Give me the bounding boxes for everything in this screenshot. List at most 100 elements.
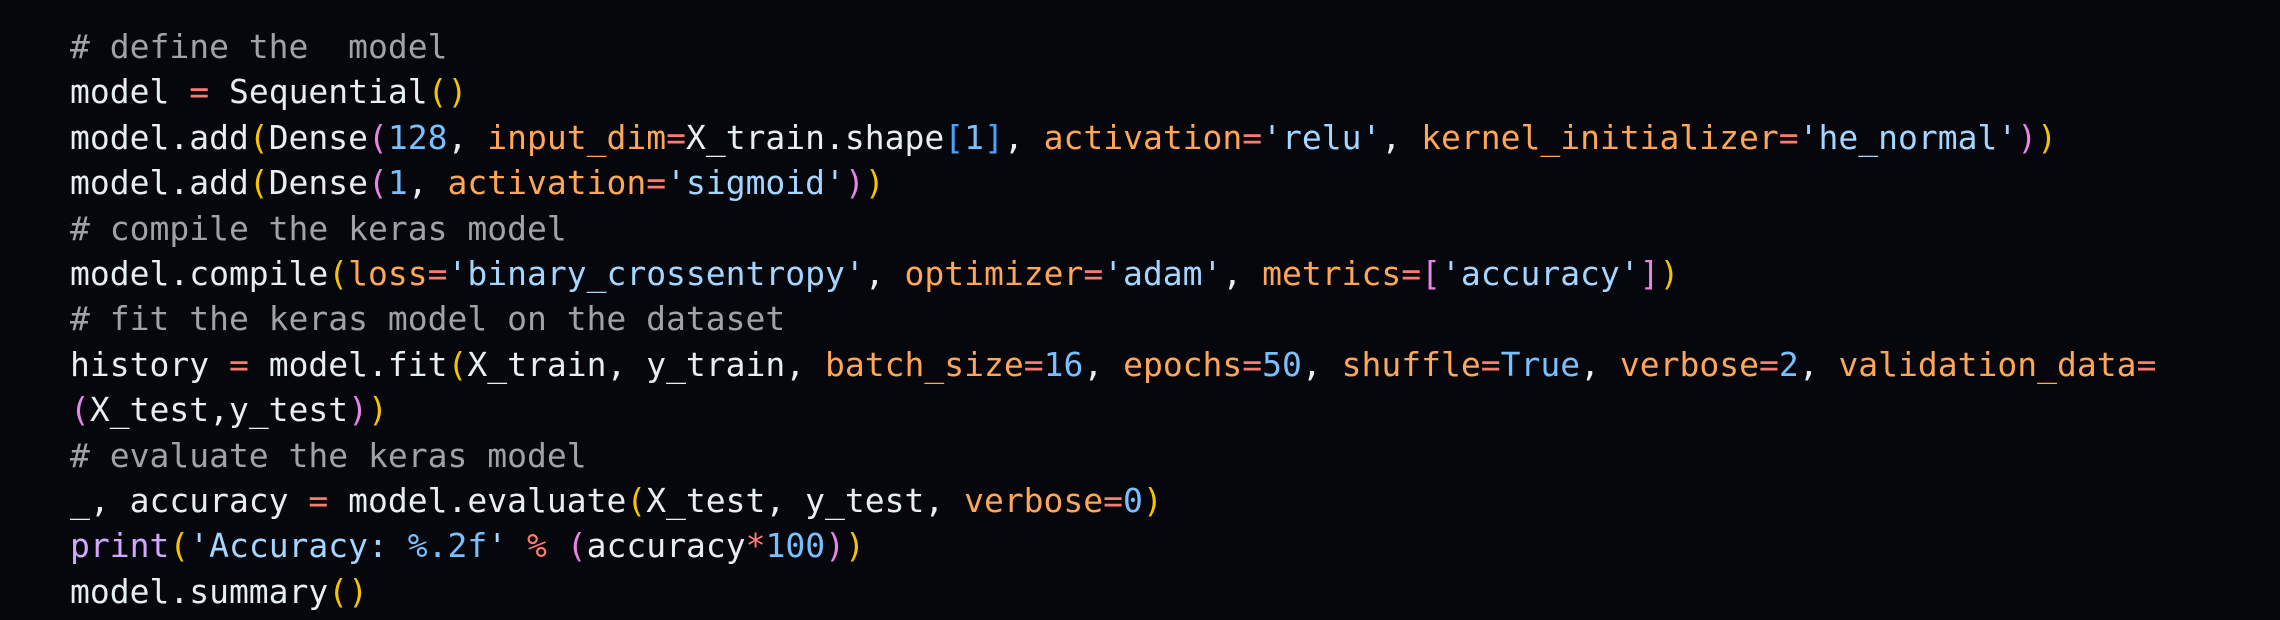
code-token-op: = [427,253,448,293]
code-token-kw: shuffle [1341,344,1481,384]
code-line: (X_test,y_test)) [70,387,2260,432]
code-token-op: = [308,480,329,520]
code-token-num: 16 [1043,344,1084,384]
code-token-comment: # fit the keras model on the dataset [70,299,786,339]
code-token-brace1: ) [864,163,885,203]
code-token-num: 1 [964,117,984,157]
code-token-comment: # evaluate the keras model [70,435,587,475]
code-token-brace1: ( [248,163,269,203]
code-token-op: = [1758,344,1779,384]
code-token-op: = [646,163,667,203]
code-line: history = model.fit(X_train, y_train, ba… [70,342,2260,387]
code-token-num: 1 [387,163,408,203]
code-token-comment: # compile the keras model [70,208,567,248]
code-token-op: = [666,117,686,157]
code-token-op: = [1778,117,1799,157]
code-token-kw: input_dim [487,117,667,157]
code-token-num: 100 [765,526,826,566]
code-token-op: = [1103,480,1124,520]
code-token-brace2: ( [70,390,90,430]
code-token-kw: kernel_initializer [1421,117,1779,157]
code-line: model = Sequential() [70,69,2260,114]
code-token-str: 'accuracy' [1440,253,1640,293]
code-token-num: 0 [1123,480,1143,520]
code-token-plain: X_train.shape [685,117,945,157]
code-token-kw: optimizer [904,253,1084,293]
code-token-plain: , [407,163,448,203]
code-token-plain: , [1222,253,1263,293]
code-token-comment: # define the model [70,27,448,66]
code-token-brace1: ) [2037,117,2057,157]
code-token-plain: Sequential [209,72,428,112]
code-token-plain: , [447,117,488,157]
code-token-plain: X_test, y_test, [646,480,965,520]
code-line: # define the model [70,24,2260,69]
code-token-plain: model.summary [70,571,329,611]
code-token-plain: , [1301,344,1342,384]
code-token-brace1: ) [844,526,865,566]
code-token-brace2: ( [368,117,388,157]
code-token-kw: activation [447,163,647,203]
code-token-num: %.2f [407,526,488,566]
code-token-op: = [2136,344,2157,384]
code-token-brace1: () [328,571,369,611]
code-token-plain: , [1083,344,1124,384]
code-token-op: = [1023,344,1044,384]
code-line: model.add(Dense(1, activation='sigmoid')… [70,160,2260,205]
code-block: # define the model model = Sequential() mo… [70,24,2260,614]
code-token-op: % [527,526,547,566]
code-token-brace2: ( [566,526,587,566]
code-token-kw: metrics [1262,253,1402,293]
code-token-plain: , [1003,117,1044,157]
code-token-brace1: ( [626,480,647,520]
code-token-plain: _, accuracy [70,480,309,520]
code-token-str: 'binary_crossentropy' [447,253,865,293]
code-token-brace2: ) [825,526,845,566]
code-token-brace2: [ [1421,253,1441,293]
code-token-op: = [228,344,249,384]
code-token-brace1: ( [169,526,190,566]
code-token-builtin: print [70,526,170,566]
code-token-brace2: ( [368,163,388,203]
code-token-brace3: ] [983,117,1004,157]
code-line: model.compile(loss='binary_crossentropy'… [70,251,2260,296]
code-token-brace2: ) [348,390,369,430]
code-token-plain: , [1381,117,1422,157]
code-token-plain: X_test,y_test [89,390,349,430]
code-line: _, accuracy = model.evaluate(X_test, y_t… [70,478,2260,523]
code-token-op: = [1242,344,1263,384]
code-token-plain: , [1580,344,1620,384]
code-token-plain: model.evaluate [328,480,627,520]
code-token-str: 'adam' [1103,253,1223,293]
code-token-plain: model.add [70,117,249,157]
code-token-plain: model [70,72,190,112]
code-token-num: 128 [387,117,448,157]
code-token-kw: verbose [964,480,1104,520]
code-line: model.summary() [70,569,2260,614]
code-token-str: ' [487,526,508,566]
code-token-plain: model.fit [248,344,448,384]
code-token-op: = [1083,253,1104,293]
code-token-str: 'he_normal' [1798,117,2018,157]
code-token-brace1: ( [447,344,468,384]
code-token-op: = [1242,117,1263,157]
code-line: print('Accuracy: %.2f' % (accuracy*100)) [70,523,2260,568]
code-token-brace2: ] [1639,253,1660,293]
code-token-plain: Dense [268,117,369,157]
code-token-kw: batch_size [825,344,1024,384]
code-token-plain: accuracy [586,526,746,566]
code-token-str: 'sigmoid' [666,163,845,203]
code-token-plain: , [1798,344,1839,384]
code-token-op: = [1401,253,1422,293]
code-token-plain: , [864,253,905,293]
code-token-brace1: () [427,72,468,112]
code-token-op: = [1480,344,1501,384]
code-token-kw: activation [1043,117,1243,157]
code-token-plain: X_train, y_train, [467,344,826,384]
code-token-str: 'Accuracy: [189,526,408,566]
code-token-brace2: ) [844,163,865,203]
code-token-num: 2 [1778,344,1799,384]
code-token-plain: history [70,344,229,384]
